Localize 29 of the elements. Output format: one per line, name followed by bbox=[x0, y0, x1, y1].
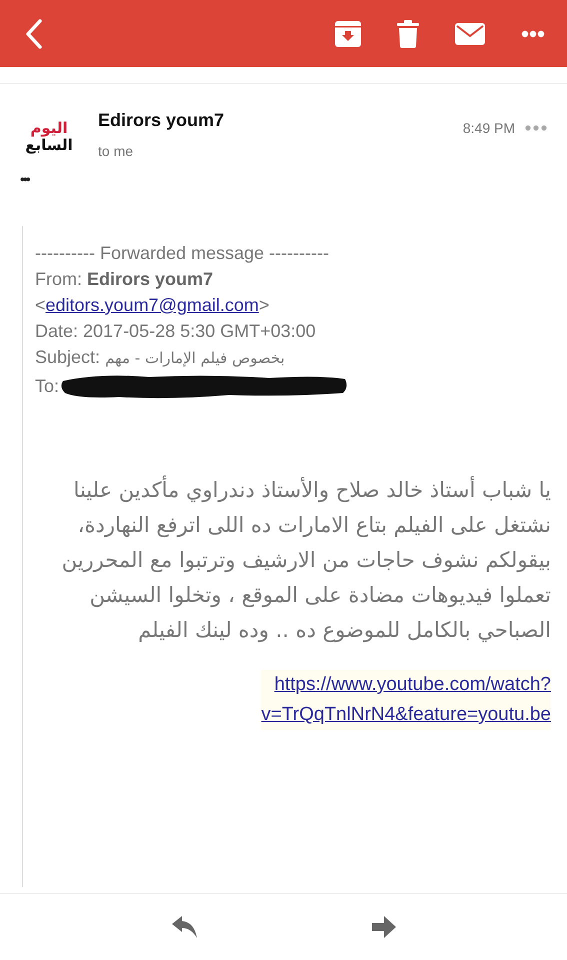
forwarded-divider: ---------- Forwarded message ---------- bbox=[35, 242, 329, 265]
mail-button[interactable] bbox=[453, 20, 487, 46]
reply-icon bbox=[172, 916, 198, 938]
show-trimmed-button[interactable]: ••• bbox=[20, 172, 29, 186]
reply-button[interactable] bbox=[170, 914, 200, 940]
message-time: 8:49 PM bbox=[462, 120, 515, 136]
archive-icon bbox=[335, 20, 361, 46]
trash-icon bbox=[397, 20, 419, 48]
recipient-label[interactable]: to me bbox=[98, 143, 463, 159]
angle-bracket: > bbox=[258, 295, 270, 315]
angle-bracket: < bbox=[35, 295, 46, 315]
to-label: To: bbox=[35, 375, 60, 398]
video-link[interactable]: https://www.youtube.com/watch? v=TrQqTnlNrN4&feature=youtu.be bbox=[261, 670, 551, 730]
archive-button[interactable] bbox=[333, 18, 363, 48]
sender-logo: اليوم السابع bbox=[24, 119, 74, 156]
forward-button[interactable] bbox=[370, 914, 398, 940]
subject-text: بخصوص فيلم الإمارات - مهم bbox=[105, 349, 285, 367]
trash-button[interactable] bbox=[395, 18, 421, 50]
message-body: يا شباب أستاذ خالد صلاح والأستاذ دندراوي مأكدين علينا نشتغل على الفيلم بتاع الامارات ده اللى اترفع النهاردة، بيقولكم نشوف حاجات من الارشيف وترتبوا مع المحررين تعملوا فيديوهات مضادة على الموقع ، وتخلوا السيشن الصباحي بالكامل للموضوع ده .. وده لينك الفيلم bbox=[35, 473, 551, 648]
subject-label: Subject: bbox=[35, 347, 100, 367]
forward-icon bbox=[372, 916, 396, 938]
back-icon bbox=[24, 18, 44, 48]
sender-name: Edirors youm7 bbox=[98, 110, 226, 131]
mail-icon bbox=[455, 22, 485, 44]
message-menu-button[interactable] bbox=[525, 125, 547, 131]
more-icon bbox=[521, 30, 545, 38]
date-line: Date: 2017-05-28 5:30 GMT+03:00 bbox=[35, 320, 316, 343]
email-link[interactable]: editors.youm7@gmail.com bbox=[46, 295, 259, 315]
from-line: From: Edirors youm7 bbox=[35, 268, 214, 291]
